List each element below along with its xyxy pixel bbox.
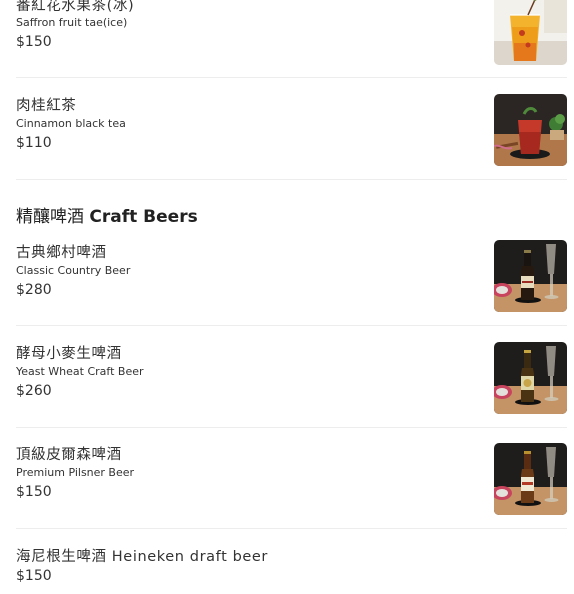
- divider: [16, 179, 567, 180]
- menu-item-classic-country-beer[interactable]: 古典鄉村啤酒 Classic Country Beer $280: [16, 240, 567, 315]
- premium-pilsner-beer-image: [494, 443, 567, 515]
- item-price: $150: [16, 484, 52, 500]
- item-price: $260: [16, 383, 52, 399]
- item-name-en: Saffron fruit tae(ice): [16, 16, 128, 29]
- menu-item-saffron-fruit-tea[interactable]: 番紅花水果茶(冰) Saffron fruit tae(ice) $150: [16, 0, 567, 70]
- item-price: $150: [16, 568, 52, 584]
- cinnamon-tea-image: [494, 94, 567, 166]
- section-title-craft-beers: 精釀啤酒 Craft Beers: [16, 202, 198, 227]
- item-name: 海尼根生啤酒 Heineken draft beer: [16, 549, 268, 565]
- item-name-en: Cinnamon black tea: [16, 117, 126, 130]
- item-price: $150: [16, 34, 52, 50]
- menu-item-yeast-wheat-beer[interactable]: 酵母小麥生啤酒 Yeast Wheat Craft Beer $260: [16, 342, 567, 417]
- section-title-zh: 精釀啤酒: [16, 207, 84, 227]
- item-name-en: Premium Pilsner Beer: [16, 466, 135, 479]
- divider: [16, 427, 567, 428]
- classic-country-beer-image: [494, 240, 567, 312]
- item-name-zh: 肉桂紅茶: [16, 98, 77, 114]
- item-name-en: Yeast Wheat Craft Beer: [16, 365, 144, 378]
- item-name-zh: 番紅花水果茶(冰): [16, 0, 135, 14]
- divider: [16, 528, 567, 529]
- item-name-zh: 古典鄉村啤酒: [16, 245, 107, 261]
- menu-item-heineken-draft-beer[interactable]: 海尼根生啤酒 Heineken draft beer $150: [16, 545, 567, 590]
- item-name-en: Classic Country Beer: [16, 264, 131, 277]
- item-name-zh: 頂級皮爾森啤酒: [16, 447, 122, 463]
- saffron-tea-image: [494, 0, 567, 65]
- section-title-en: Craft Beers: [89, 207, 198, 227]
- item-price: $280: [16, 282, 52, 298]
- item-name-zh: 酵母小麥生啤酒: [16, 346, 122, 362]
- yeast-wheat-beer-image: [494, 342, 567, 414]
- menu-list: 番紅花水果茶(冰) Saffron fruit tae(ice) $150 肉桂…: [0, 0, 574, 594]
- menu-item-premium-pilsner-beer[interactable]: 頂級皮爾森啤酒 Premium Pilsner Beer $150: [16, 443, 567, 518]
- divider: [16, 77, 567, 78]
- menu-item-cinnamon-black-tea[interactable]: 肉桂紅茶 Cinnamon black tea $110: [16, 94, 567, 169]
- item-price: $110: [16, 135, 52, 151]
- divider: [16, 325, 567, 326]
